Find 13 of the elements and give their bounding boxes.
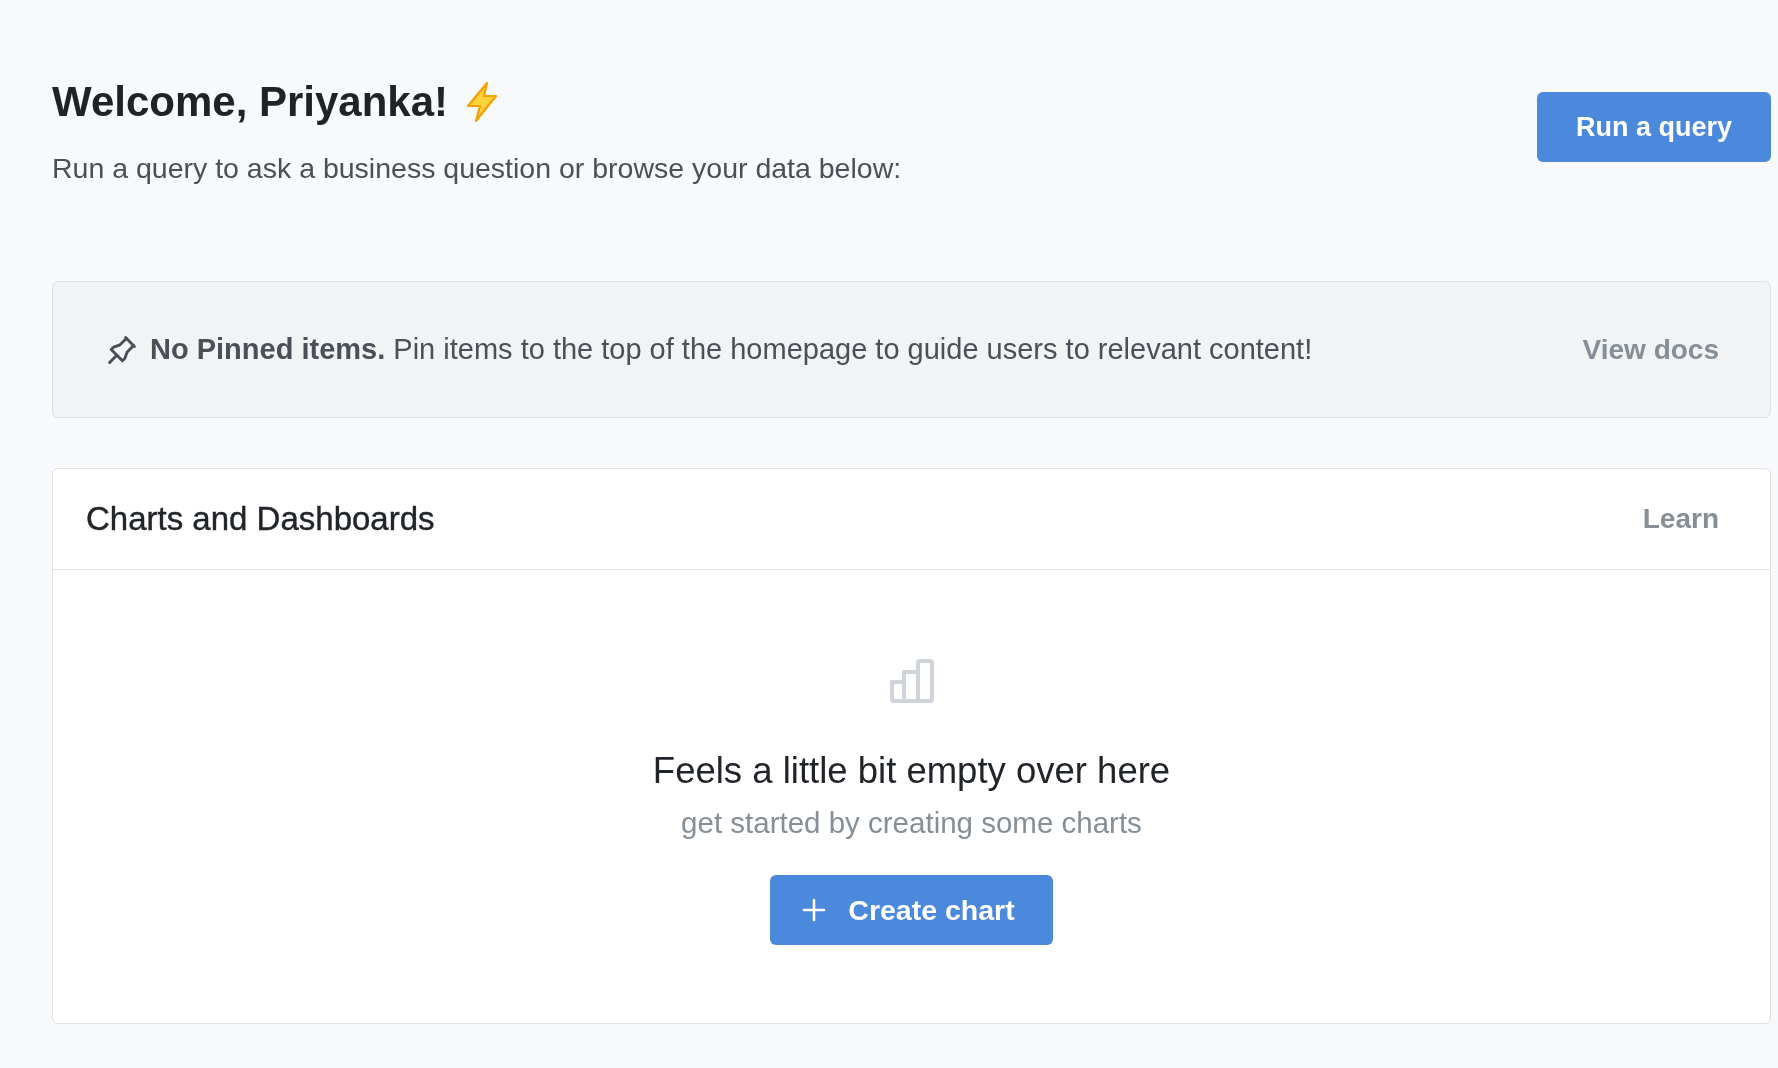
pinned-items-message: No Pinned items. Pin items to the top of the homepage to guide users to relevant content!: [150, 333, 1313, 366]
create-chart-button[interactable]: Create chart: [770, 875, 1053, 945]
view-docs-link[interactable]: View docs: [1582, 333, 1719, 366]
learn-link[interactable]: Learn: [1642, 503, 1719, 535]
plus-icon: [802, 898, 827, 922]
panel-title: Charts and Dashboards: [86, 500, 435, 538]
pin-icon: [108, 335, 136, 364]
welcome-title: Welcome, Priyanka!: [52, 77, 449, 127]
lightning-icon: [465, 82, 500, 122]
empty-state-heading: Feels a little bit empty over here: [652, 750, 1171, 792]
subtitle-text: Run a query to ask a business question or browse your data below:: [52, 151, 902, 185]
empty-state-description: get started by creating some charts: [681, 806, 1142, 840]
run-query-button[interactable]: Run a query: [1536, 92, 1771, 162]
